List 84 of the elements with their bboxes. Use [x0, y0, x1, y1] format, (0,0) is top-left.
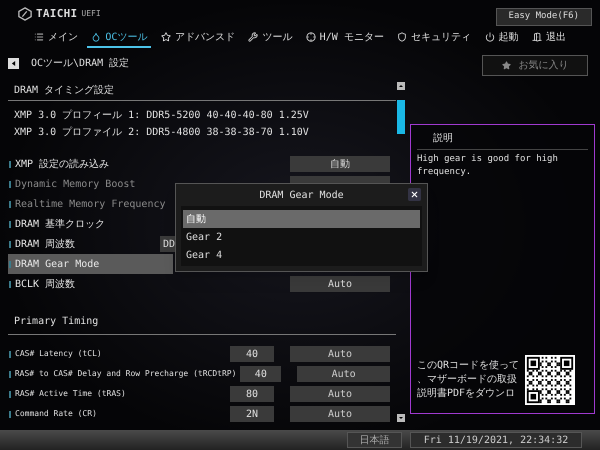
- wrench-icon: [248, 32, 258, 42]
- back-arrow-icon: [11, 60, 16, 66]
- scroll-thumb[interactable]: [397, 100, 405, 134]
- door-icon: [532, 32, 542, 42]
- timing-label: RAS# Active Time (tRAS): [15, 388, 126, 400]
- gear-option[interactable]: Gear 2: [183, 228, 420, 246]
- star-icon: [160, 32, 171, 42]
- back-button[interactable]: [8, 58, 19, 68]
- star-icon: [502, 60, 510, 70]
- timing-label: Command Rate (CR): [15, 408, 97, 420]
- qr-hint-text: 説明書PDFをダウンロ: [417, 387, 516, 401]
- section-title: Primary Timing: [14, 315, 98, 329]
- setting-row-highlight[interactable]: DRAM 周波数: [8, 234, 156, 254]
- row-marker-icon: [9, 390, 11, 398]
- timing-label: RAS# to CAS# Delay and Row Precharge (tRCDtRP): [14, 368, 236, 380]
- close-button[interactable]: [408, 188, 421, 201]
- row-marker-icon: [9, 220, 11, 228]
- nav-tab[interactable]: H/W モニター: [302, 28, 388, 48]
- row-marker-icon: [9, 180, 11, 188]
- row-marker-icon: [9, 370, 11, 378]
- easy-mode-button[interactable]: Easy Mode(F6): [496, 8, 592, 26]
- current-value: 40: [240, 366, 282, 382]
- qr-hint-text: 、マザーボードの取扱: [417, 373, 518, 387]
- scroll-down-icon[interactable]: [397, 414, 405, 422]
- logo-subtext: UEFI: [81, 8, 101, 20]
- setting-row-highlight[interactable]: DRAM Gear Mode: [8, 254, 173, 274]
- nav-tab[interactable]: ツール: [244, 28, 296, 48]
- nav-tab[interactable]: 退出: [528, 28, 570, 48]
- current-value: 40: [230, 346, 274, 362]
- logo-icon: [18, 7, 32, 21]
- xmp-profile-text: XMP 3.0 プロファイル 2: DDR5-4800 38-38-38-70 1.10V: [14, 126, 310, 140]
- setting-label: Realtime Memory Frequency: [15, 198, 166, 212]
- power-icon: [484, 32, 495, 42]
- section-title: DRAM タイミング設定: [14, 84, 114, 98]
- xmp-profile-text: XMP 3.0 プロフィール 1: DDR5-5200 40-40-40-80 1.25V: [14, 108, 310, 123]
- setting-label: XMP 設定の読み込み: [15, 158, 110, 172]
- setting-row-highlight[interactable]: XMP 設定の読み込み: [8, 154, 173, 174]
- current-value: 2N: [230, 406, 274, 422]
- setting-label: DRAM 基準クロック: [15, 218, 106, 232]
- crosshair-icon: [306, 32, 316, 42]
- breadcrumb-text: OCツール\DRAM 設定: [31, 56, 130, 70]
- current-value: 80: [230, 386, 274, 402]
- qr-hint-text: このQRコードを使って: [417, 359, 520, 373]
- timing-label: CAS# Latency (tCL): [15, 348, 102, 360]
- setting-label: BCLK 周波数: [15, 278, 76, 292]
- logo-text: TAICHI: [36, 6, 78, 22]
- gear-option[interactable]: Gear 4: [183, 246, 420, 264]
- setting-value[interactable]: 自動: [290, 156, 390, 172]
- row-marker-icon: [9, 410, 11, 418]
- row-marker-icon: [9, 240, 11, 248]
- datetime-display: Fri 11/19/2021, 22:34:32: [410, 432, 582, 448]
- nav-tab[interactable]: アドバンスド: [156, 28, 239, 48]
- favorites-button[interactable]: お気に入り: [482, 54, 588, 76]
- help-title: 説明: [417, 125, 588, 150]
- setting-label: DRAM Gear Mode: [15, 258, 100, 272]
- help-text: High gear is good for high frequency.: [417, 153, 559, 179]
- nav-tab[interactable]: メイン: [30, 28, 82, 48]
- setting-value[interactable]: Auto: [290, 276, 390, 292]
- row-marker-icon: [9, 160, 11, 168]
- qr-code: [525, 355, 576, 405]
- timing-value[interactable]: Auto: [297, 366, 390, 382]
- droplet-icon: [91, 32, 102, 42]
- language-button[interactable]: 日本語: [347, 432, 402, 448]
- timing-value[interactable]: Auto: [290, 346, 390, 362]
- setting-label: DRAM 周波数: [15, 238, 76, 252]
- scrollbar[interactable]: [396, 82, 406, 422]
- list-icon: [34, 32, 44, 42]
- timing-value[interactable]: Auto: [290, 386, 390, 402]
- setting-row-highlight[interactable]: DRAM 基準クロック: [8, 214, 173, 234]
- nav-tab[interactable]: セキュリティ: [393, 28, 476, 48]
- gear-option[interactable]: 自動: [183, 210, 420, 228]
- scroll-up-icon[interactable]: [397, 82, 405, 90]
- row-marker-icon: [9, 200, 11, 208]
- nav-tab[interactable]: OCツール: [87, 28, 152, 48]
- setting-row-highlight[interactable]: BCLK 周波数: [8, 274, 173, 294]
- setting-label: Dynamic Memory Boost: [15, 178, 136, 192]
- shield-icon: [397, 32, 408, 42]
- timing-value[interactable]: Auto: [290, 406, 390, 422]
- row-marker-icon: [9, 350, 11, 358]
- dialog-title: DRAM Gear Mode: [259, 188, 344, 202]
- row-marker-icon: [9, 280, 11, 288]
- row-marker-icon: [9, 260, 11, 268]
- nav-tab[interactable]: 起動: [480, 28, 523, 48]
- close-icon: [410, 190, 419, 199]
